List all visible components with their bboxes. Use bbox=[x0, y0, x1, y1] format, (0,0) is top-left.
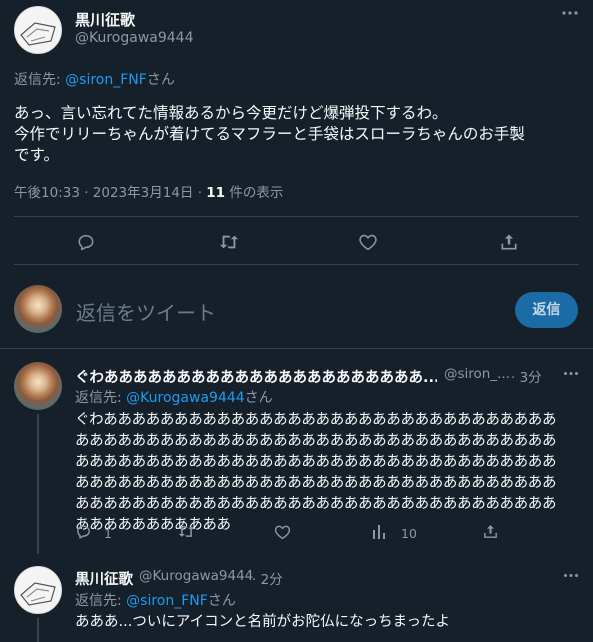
retweet-icon[interactable] bbox=[218, 232, 240, 252]
reply-to-prefix: 返信先: bbox=[75, 593, 127, 609]
reply-submit-button[interactable]: 返信 bbox=[515, 292, 578, 328]
reply-text-line: ああああああああああああああああああああああああああああああああああ bbox=[75, 433, 557, 449]
reply-to-handle[interactable]: @siron_FNF bbox=[126, 593, 208, 609]
tweet-meta: 午後10:33 · 2023年3月14日 · 11 件の表示 bbox=[14, 181, 283, 201]
views-count: 11 bbox=[206, 185, 226, 201]
divider bbox=[14, 216, 579, 217]
tweet-text-line: です。 bbox=[14, 146, 59, 164]
divider bbox=[0, 348, 593, 349]
reply-to-line: 返信先: @siron_FNFさん bbox=[75, 590, 236, 610]
reply-icon[interactable] bbox=[75, 523, 92, 540]
views-icon[interactable] bbox=[372, 524, 388, 540]
tweet-text: あっ、言い忘れてた情報あるから今更だけど爆弾投下するわ。 今作でリリーちゃんが着… bbox=[14, 103, 584, 166]
like-icon[interactable] bbox=[358, 233, 378, 251]
more-options-icon[interactable] bbox=[563, 573, 579, 578]
reply-text: あああ...ついにアイコンと名前がお陀仏になっちまったよ bbox=[75, 614, 451, 630]
reply-author-handle[interactable]: @siron_... bbox=[444, 366, 510, 382]
avatar[interactable] bbox=[14, 6, 62, 54]
divider bbox=[14, 264, 579, 265]
thread-line bbox=[37, 618, 39, 642]
avatar[interactable] bbox=[14, 566, 62, 614]
more-options-icon[interactable] bbox=[561, 10, 579, 16]
reply-text: ぐわああああああああああああああああああああああああああああああああ あああああ… bbox=[75, 410, 585, 536]
reply-time[interactable]: · 3分 bbox=[511, 366, 542, 386]
reply-to-line: 返信先: @siron_FNFさん bbox=[14, 69, 175, 89]
more-options-icon[interactable] bbox=[563, 371, 579, 376]
reply-text-line: ああああああああああああああああああああああああああああああああああ bbox=[75, 496, 557, 512]
author-name[interactable]: 黒川征歌 bbox=[75, 9, 135, 30]
tweet-text-line: あっ、言い忘れてた情報あるから今更だけど爆弾投下するわ。 bbox=[14, 104, 448, 122]
author-handle[interactable]: @Kurogawa9444 bbox=[75, 30, 194, 46]
retweet-icon[interactable] bbox=[177, 523, 196, 540]
share-icon[interactable] bbox=[482, 523, 499, 540]
reply-time[interactable]: · 2分 bbox=[252, 568, 283, 588]
reply-to-handle[interactable]: @Kurogawa9444 bbox=[126, 390, 245, 406]
reply-text-line: ぐわああああああああああああああああああああああああああああああああ bbox=[75, 412, 557, 428]
tweet-text-line: 今作でリリーちゃんが着けてるマフラーと手袋はスローラちゃんのお手製 bbox=[14, 125, 525, 143]
reply-to-line: 返信先: @Kurogawa9444さん bbox=[75, 387, 273, 407]
reply-to-suffix: さん bbox=[244, 390, 273, 406]
reply-text-line: ああああああああああああああああああああああああああああああああああ bbox=[75, 454, 557, 470]
avatar[interactable] bbox=[14, 362, 62, 410]
thread-line bbox=[37, 414, 39, 554]
views-count: 10 bbox=[401, 526, 417, 541]
reply-text-line: あああああああああああ bbox=[75, 517, 231, 533]
reply-icon[interactable] bbox=[76, 232, 96, 252]
reply-author-name[interactable]: ぐわああああああああああああああああああああああ... bbox=[75, 366, 437, 387]
like-icon[interactable] bbox=[274, 524, 291, 540]
reply-to-prefix: 返信先: bbox=[75, 390, 127, 406]
reply-author-handle[interactable]: @Kurogawa9444 bbox=[139, 568, 253, 584]
share-icon[interactable] bbox=[499, 232, 519, 252]
reply-count: 1 bbox=[104, 526, 112, 541]
reply-to-handle[interactable]: @siron_FNF bbox=[65, 72, 147, 88]
tweet-timestamp[interactable]: 午後10:33 · 2023年3月14日 · bbox=[14, 185, 206, 201]
reply-author-name[interactable]: 黒川征歌 bbox=[75, 568, 133, 589]
compose-avatar[interactable] bbox=[14, 285, 62, 333]
reply-to-prefix: 返信先: bbox=[14, 72, 66, 88]
reply-compose-input[interactable]: 返信をツイート bbox=[76, 297, 216, 326]
reply-to-suffix: さん bbox=[207, 593, 236, 609]
reply-to-suffix: さん bbox=[146, 72, 175, 88]
views-label: 件の表示 bbox=[225, 185, 284, 201]
reply-text-line: ああああああああああああああああああああああああああああああああああ bbox=[75, 475, 557, 491]
